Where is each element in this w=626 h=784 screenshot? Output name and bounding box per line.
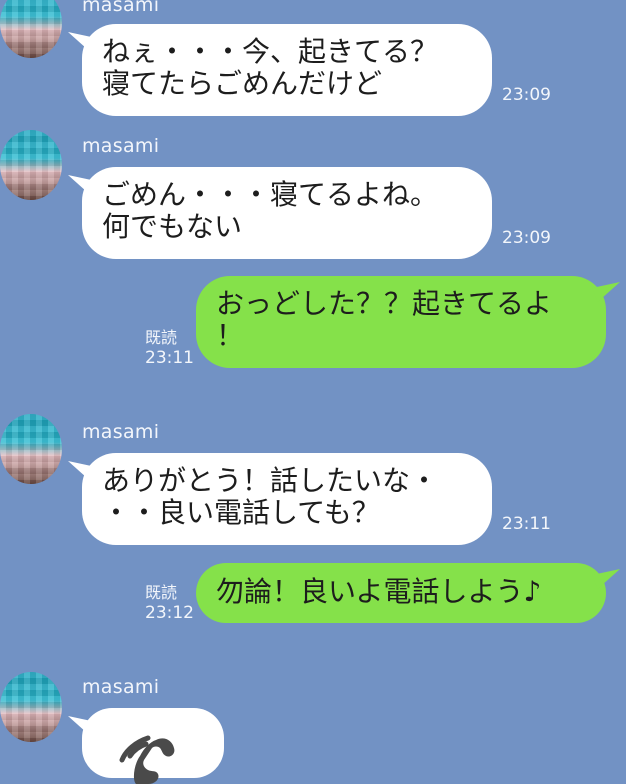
message-time: 23:09 [502,228,551,248]
avatar[interactable] [0,0,62,58]
avatar[interactable] [0,672,62,742]
message-bubble[interactable]: おっどした？？起きてるよ ！ [196,276,606,368]
read-receipt: 既読 23:12 [145,583,194,623]
sender-name: masami [82,676,160,698]
read-receipt: 既読 23:11 [145,328,194,368]
avatar[interactable] [0,414,62,484]
phone-icon [119,735,175,784]
message-time: 23:09 [502,85,551,105]
sender-name: masami [82,421,160,443]
message-bubble[interactable]: 勿論！良いよ電話しよう♪ [196,563,606,623]
sender-name: masami [82,135,160,157]
message-time: 23:11 [145,348,194,368]
message-time: 23:11 [502,514,551,534]
message-bubble[interactable]: ありがとう！話したいな・ ・・良い電話しても？ [82,453,492,545]
message-bubble[interactable]: ねぇ・・・今、起きてる？ 寝てたらごめんだけど [82,24,492,116]
message-bubble[interactable]: ごめん・・・寝てるよね。 何でもない [82,167,492,259]
avatar[interactable] [0,130,62,200]
message-time: 23:12 [145,603,194,623]
read-label: 既読 [145,328,178,347]
call-bubble[interactable] [82,708,224,784]
read-label: 既読 [145,583,178,602]
sender-name: masami [82,0,160,16]
